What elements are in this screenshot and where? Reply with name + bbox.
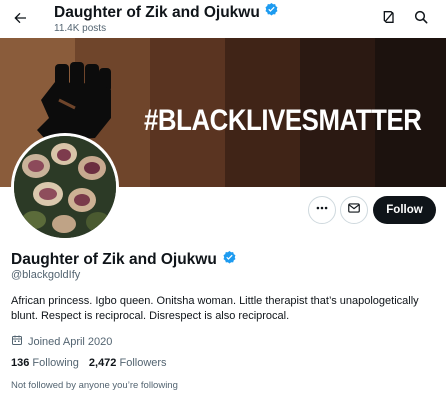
avatar-image xyxy=(14,136,116,238)
search-icon[interactable] xyxy=(411,7,431,27)
verified-badge-icon[interactable] xyxy=(222,250,237,270)
not-followed-note: Not followed by anyone you’re following xyxy=(11,380,178,391)
following-link[interactable]: 136 Following xyxy=(11,357,79,369)
back-arrow-icon[interactable] xyxy=(8,6,32,30)
follow-counts: 136 Following 2,472 Followers xyxy=(11,357,167,369)
message-button[interactable] xyxy=(340,196,368,224)
header-title: Daughter of Zik and Ojukwu xyxy=(54,2,279,23)
followers-link[interactable]: 2,472 Followers xyxy=(89,357,167,369)
verified-badge-icon xyxy=(264,2,279,23)
followers-count: 2,472 xyxy=(88,357,117,369)
banner-hashtag: #BLACKLIVESMATTER xyxy=(144,104,422,137)
more-dots-icon xyxy=(315,201,329,220)
grok-icon[interactable] xyxy=(379,7,399,27)
join-date: Joined April 2020 xyxy=(11,334,112,349)
post-count: 11.4K posts xyxy=(54,23,107,34)
header-title-text: Daughter of Zik and Ojukwu xyxy=(54,3,260,21)
follow-button[interactable]: Follow xyxy=(373,196,436,224)
profile-name-text: Daughter of Zik and Ojukwu xyxy=(11,251,217,268)
join-date-text: Joined April 2020 xyxy=(28,335,113,348)
profile-handle: @blackgoldIfy xyxy=(11,269,81,281)
following-label: Following xyxy=(32,357,79,369)
profile-name: Daughter of Zik and Ojukwu xyxy=(11,250,237,270)
envelope-icon xyxy=(347,201,361,220)
header-title-block: Daughter of Zik and Ojukwu 11.4K posts xyxy=(54,2,279,35)
more-options-button[interactable] xyxy=(308,196,336,224)
profile-bio: African princess. Igbo queen. Onitsha wo… xyxy=(11,295,419,322)
following-count: 136 xyxy=(11,357,30,369)
calendar-icon xyxy=(11,334,23,349)
followers-label: Followers xyxy=(119,357,167,369)
profile-avatar[interactable] xyxy=(11,133,119,241)
top-bar: Daughter of Zik and Ojukwu 11.4K posts xyxy=(0,0,446,38)
